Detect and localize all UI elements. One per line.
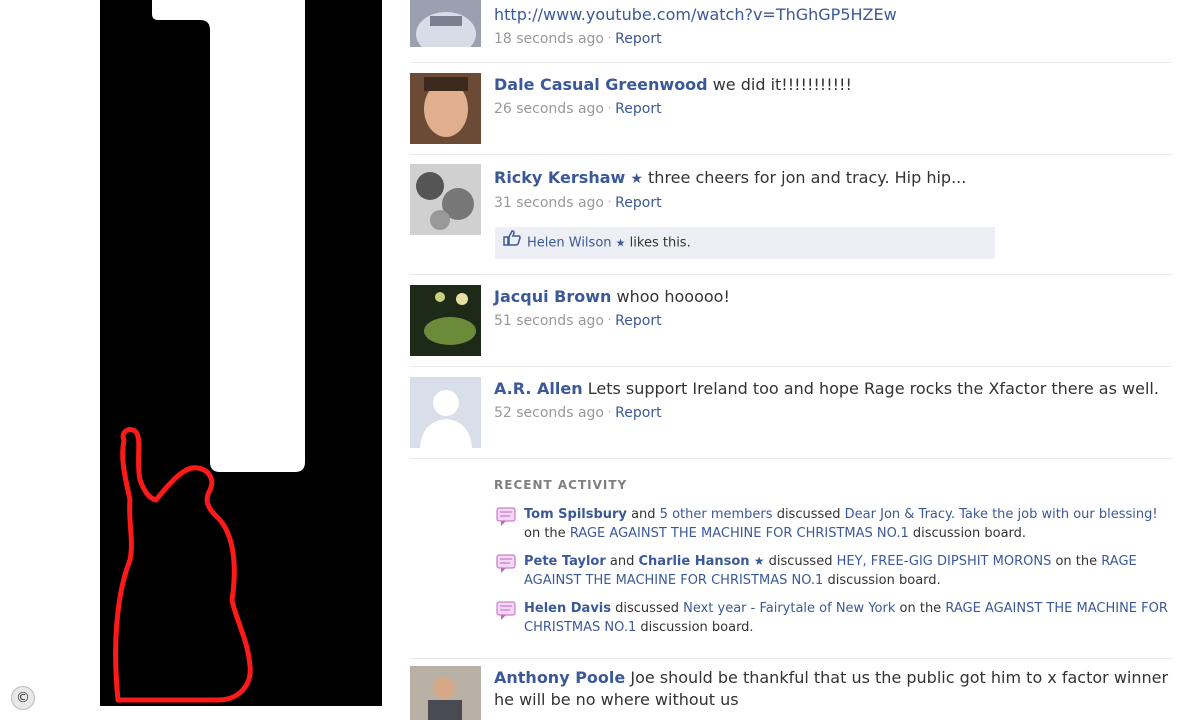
separator-dot: · <box>607 407 612 418</box>
thumbs-up-icon <box>503 227 521 259</box>
user-avatar[interactable] <box>410 666 481 720</box>
conjunction-text: and <box>631 507 656 522</box>
wall-post: Jacqui Brown whoo hooooo! 51 seconds ago… <box>410 274 1172 367</box>
discussion-topic-link[interactable]: HEY, FREE-GIG DIPSHIT MORONS <box>837 554 1052 569</box>
wall-post: Ricky Kershaw ★ three cheers for jon and… <box>410 154 1172 275</box>
story-divider <box>410 658 1172 659</box>
post-meta: 18 seconds ago · Report <box>494 28 1172 50</box>
activity-preposition: on the <box>1055 554 1098 569</box>
star-icon: ★ <box>753 554 765 568</box>
post-meta: 31 seconds ago · Report <box>494 192 1172 214</box>
separator-dot: · <box>607 315 612 326</box>
liker-name[interactable]: Helen Wilson <box>527 236 612 251</box>
separator-dot: · <box>607 33 612 44</box>
wall-post: Dale Casual Greenwood we did it!!!!!!!!!… <box>410 62 1172 155</box>
post-author[interactable]: Anthony Poole <box>494 668 625 687</box>
post-timestamp: 18 seconds ago <box>494 31 604 47</box>
post-timestamp: 52 seconds ago <box>494 405 604 421</box>
wall-post: http://www.youtube.com/watch?v=ThGhGP5HZ… <box>410 0 1172 63</box>
post-meta: 52 seconds ago · Report <box>494 402 1172 424</box>
post-body: http://www.youtube.com/watch?v=ThGhGP5HZ… <box>494 4 1172 50</box>
wall-post: Anthony Poole Joe should be thankful tha… <box>410 658 1172 720</box>
post-meta: 26 seconds ago · Report <box>494 98 1172 120</box>
activity-item: Pete Taylor and Charlie Hanson ★ discuss… <box>494 552 1174 590</box>
user-avatar[interactable] <box>410 377 481 448</box>
activity-item: Tom Spilsbury and 5 other members discus… <box>494 505 1174 543</box>
activity-verb: discussed <box>615 601 679 616</box>
discussion-topic-link[interactable]: Dear Jon & Tracy. Take the job with our … <box>845 507 1158 522</box>
activity-verb: discussed <box>776 507 841 522</box>
number-one-poster-art <box>100 0 382 706</box>
activity-suffix: discussion board. <box>827 573 941 588</box>
activity-suffix: discussion board. <box>640 620 754 635</box>
separator-dot: · <box>607 197 612 208</box>
avatar-photo <box>410 73 481 144</box>
post-body: Anthony Poole Joe should be thankful tha… <box>494 667 1172 711</box>
report-link[interactable]: Report <box>615 313 661 329</box>
post-link[interactable]: http://www.youtube.com/watch?v=ThGhGP5HZ… <box>494 5 897 24</box>
post-author[interactable]: Dale Casual Greenwood <box>494 75 708 94</box>
speech-bubble-icon <box>496 601 516 627</box>
post-body: Jacqui Brown whoo hooooo! 51 seconds ago… <box>494 286 1172 332</box>
star-icon: ★ <box>615 236 626 250</box>
post-meta: 51 seconds ago · Report <box>494 310 1172 332</box>
report-link[interactable]: Report <box>615 31 661 47</box>
activity-item: Helen Davis discussed Next year - Fairyt… <box>494 599 1174 637</box>
post-text: whoo hooooo! <box>616 287 730 306</box>
user-avatar[interactable] <box>410 73 481 144</box>
post-author[interactable]: Ricky Kershaw <box>494 168 625 187</box>
report-link[interactable]: Report <box>615 195 661 211</box>
recent-activity: RECENT ACTIVITY Tom Spilsbury and 5 othe… <box>494 478 1174 637</box>
promo-poster <box>100 0 382 706</box>
avatar-photo <box>410 0 481 47</box>
user-avatar[interactable] <box>410 164 481 235</box>
activity-preposition: on the <box>899 601 942 616</box>
conjunction-text: and <box>609 554 635 569</box>
post-body: Dale Casual Greenwood we did it!!!!!!!!!… <box>494 74 1172 120</box>
activity-actor[interactable]: Pete Taylor <box>524 554 606 569</box>
likes-suffix: likes this. <box>629 235 691 251</box>
post-body: A.R. Allen Lets support Ireland too and … <box>494 378 1172 424</box>
discussion-topic-link[interactable]: Next year - Fairytale of New York <box>683 601 895 616</box>
post-timestamp: 51 seconds ago <box>494 313 604 329</box>
report-link[interactable]: Report <box>615 405 661 421</box>
story-divider <box>410 458 1172 459</box>
activity-actor[interactable]: Helen Davis <box>524 601 611 616</box>
post-timestamp: 26 seconds ago <box>494 101 604 117</box>
activity-verb: discussed <box>768 554 833 569</box>
avatar-photo <box>410 666 481 720</box>
wall-post: A.R. Allen Lets support Ireland too and … <box>410 366 1172 459</box>
speech-bubble-icon <box>496 554 516 580</box>
other-members-link[interactable]: 5 other members <box>660 507 773 522</box>
post-author[interactable]: A.R. Allen <box>494 379 583 398</box>
recent-activity-title: RECENT ACTIVITY <box>494 478 628 492</box>
activity-actor[interactable]: Charlie Hanson <box>639 554 750 569</box>
post-text: three cheers for jon and tracy. Hip hip.… <box>648 168 967 187</box>
activity-actor[interactable]: Tom Spilsbury <box>524 507 627 522</box>
post-body: Ricky Kershaw ★ three cheers for jon and… <box>494 167 1172 214</box>
user-avatar[interactable] <box>410 285 481 356</box>
activity-suffix: discussion board. <box>912 526 1027 541</box>
avatar-photo <box>410 285 481 356</box>
likes-box: Helen Wilson ★ likes this. <box>495 227 995 259</box>
report-link[interactable]: Report <box>615 101 661 117</box>
default-avatar-silhouette <box>410 377 481 448</box>
speech-bubble-icon <box>496 507 516 533</box>
activity-preposition: on the <box>524 526 566 541</box>
post-timestamp: 31 seconds ago <box>494 195 604 211</box>
user-avatar[interactable] <box>410 0 481 47</box>
separator-dot: · <box>607 103 612 114</box>
copyright-icon: © <box>11 686 35 710</box>
avatar-photo <box>410 164 481 235</box>
star-icon: ★ <box>630 171 643 187</box>
post-text: Lets support Ireland too and hope Rage r… <box>587 379 1159 398</box>
post-text: we did it!!!!!!!!!!! <box>712 75 852 94</box>
post-author[interactable]: Jacqui Brown <box>494 287 611 306</box>
board-link[interactable]: RAGE AGAINST THE MACHINE FOR CHRISTMAS N… <box>570 526 909 541</box>
